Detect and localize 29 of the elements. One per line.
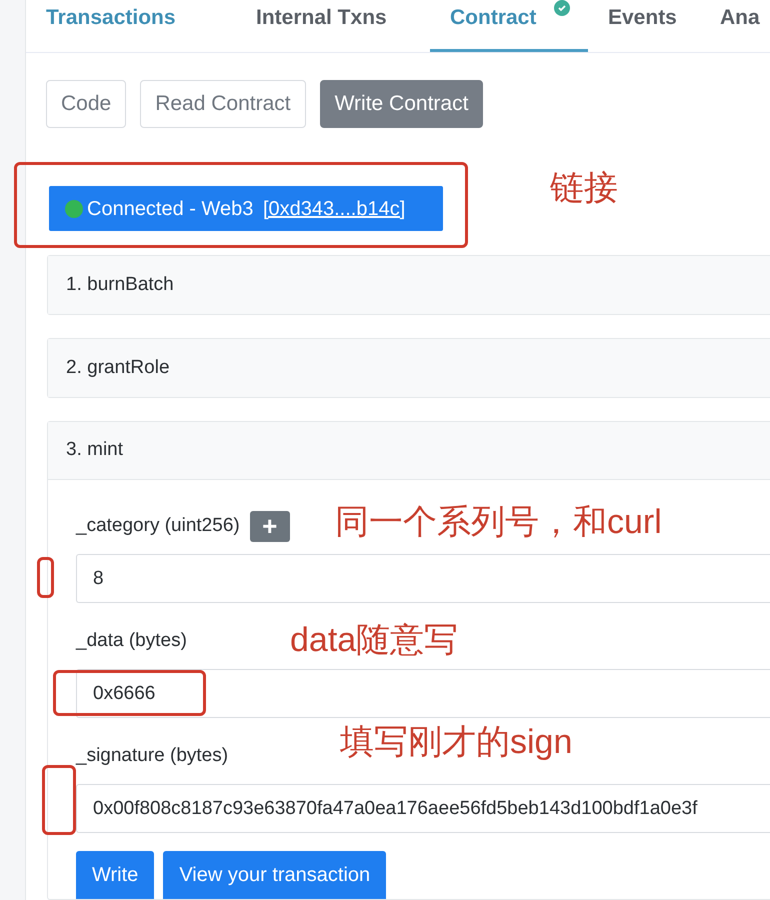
connect-button[interactable]: Connected - Web3 [0xd343....b14c] bbox=[49, 186, 443, 231]
annotation-note: 填写刚才的sign bbox=[340, 722, 572, 763]
annotation-note: 链接 bbox=[550, 168, 618, 209]
tab[interactable]: Ana bbox=[700, 0, 760, 52]
tab[interactable]: Internal Txns bbox=[236, 0, 430, 52]
tab[interactable]: Events bbox=[588, 0, 700, 52]
tab-button[interactable]: Code bbox=[46, 80, 126, 128]
input-field[interactable]: 8 bbox=[76, 554, 770, 603]
function-header[interactable]: 2. grantRole bbox=[48, 339, 770, 397]
function-header[interactable]: 1. burnBatch bbox=[48, 256, 770, 314]
tab[interactable]: Transactions bbox=[46, 0, 236, 52]
action-button[interactable]: View your transaction bbox=[163, 851, 386, 899]
field-label: _signature (bytes) bbox=[76, 744, 228, 768]
field-label: _data (bytes) bbox=[76, 628, 187, 653]
action-button[interactable]: Write bbox=[76, 851, 154, 899]
tab[interactable]: Contract bbox=[430, 0, 588, 52]
annotation-frame bbox=[37, 557, 54, 598]
add-button[interactable]: + bbox=[250, 510, 290, 542]
annotation-frame bbox=[42, 765, 76, 835]
address-link[interactable]: [0xd343....b14c] bbox=[262, 194, 406, 224]
field-label: _category (uint256) bbox=[76, 514, 240, 538]
connection-label: Connected - Web3 bbox=[87, 196, 254, 222]
annotation-note: 同一个系列号，和curl bbox=[335, 502, 662, 543]
tab-button[interactable]: Read Contract bbox=[140, 80, 306, 128]
tab-button[interactable]: Write Contract bbox=[320, 80, 484, 128]
function-header[interactable]: 3. mint bbox=[48, 422, 770, 480]
annotation-note: data随意写 bbox=[290, 620, 458, 661]
input-field[interactable]: 0x00f808c8187c93e63870fa47a0ea176aee56fd5beb143d100bdf1a0e3f bbox=[76, 784, 770, 833]
input-field[interactable]: 0x6666 bbox=[76, 669, 770, 718]
